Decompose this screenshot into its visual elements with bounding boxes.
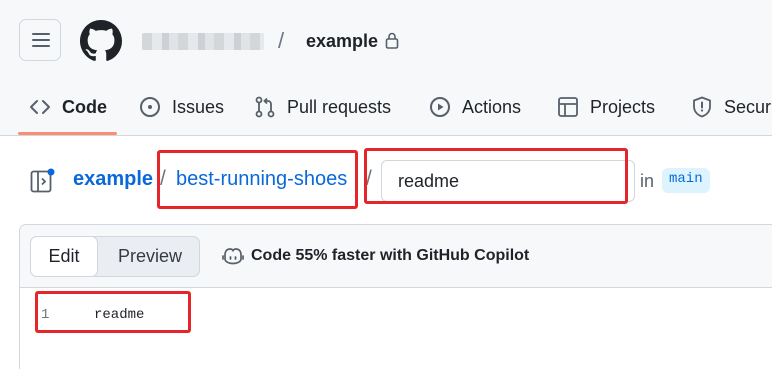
- edit-tab-button[interactable]: Edit: [30, 236, 98, 277]
- tab-label: Pull requests: [287, 96, 392, 117]
- copilot-icon: [222, 248, 244, 265]
- highlight-box-folder: [157, 150, 358, 209]
- file-tree-toggle-icon[interactable]: [30, 168, 56, 194]
- branch-badge[interactable]: main: [662, 168, 710, 193]
- github-logo-icon[interactable]: [80, 20, 122, 62]
- highlight-box-code-line: [35, 291, 191, 333]
- lock-icon: [385, 32, 399, 49]
- tab-label: Code: [62, 96, 107, 117]
- page: / example Code Issues Pull requests Acti…: [0, 0, 772, 369]
- copilot-promo-link[interactable]: Code 55% faster with GitHub Copilot: [222, 246, 529, 266]
- active-tab-indicator: [18, 132, 117, 135]
- menu-button[interactable]: [19, 19, 61, 61]
- tab-projects[interactable]: Projects: [556, 82, 655, 132]
- owner-name-redacted[interactable]: [142, 33, 264, 50]
- issue-circle-icon: [140, 97, 160, 117]
- tab-pull-requests[interactable]: Pull requests: [253, 82, 391, 132]
- code-icon: [30, 100, 50, 114]
- breadcrumb-repo-link[interactable]: example: [73, 168, 153, 191]
- branch-in-label: in: [640, 171, 655, 191]
- header-separator: /: [278, 28, 285, 53]
- play-circle-icon: [430, 97, 450, 117]
- tab-actions[interactable]: Actions: [428, 82, 521, 132]
- edit-preview-toggle: Edit Preview: [30, 236, 200, 277]
- tab-security[interactable]: Securi: [690, 82, 772, 132]
- tab-issues[interactable]: Issues: [138, 82, 224, 132]
- tab-code[interactable]: Code: [28, 82, 107, 132]
- copilot-promo-text: Code 55% faster with GitHub Copilot: [251, 247, 530, 264]
- shield-icon: [693, 96, 711, 118]
- editor-toolbar: Edit Preview Code 55% faster with GitHub…: [20, 225, 772, 288]
- preview-tab-button[interactable]: Preview: [99, 236, 201, 277]
- tab-label: Securi: [724, 96, 772, 117]
- highlight-box-filename: [364, 148, 628, 204]
- repo-header: / example Code Issues Pull requests Acti…: [0, 0, 772, 136]
- table-icon: [558, 97, 578, 117]
- tab-label: Projects: [590, 96, 656, 117]
- tab-label: Issues: [172, 96, 225, 117]
- tab-label: Actions: [462, 96, 522, 117]
- repo-name-link[interactable]: example: [306, 31, 378, 52]
- pull-request-icon: [255, 96, 275, 118]
